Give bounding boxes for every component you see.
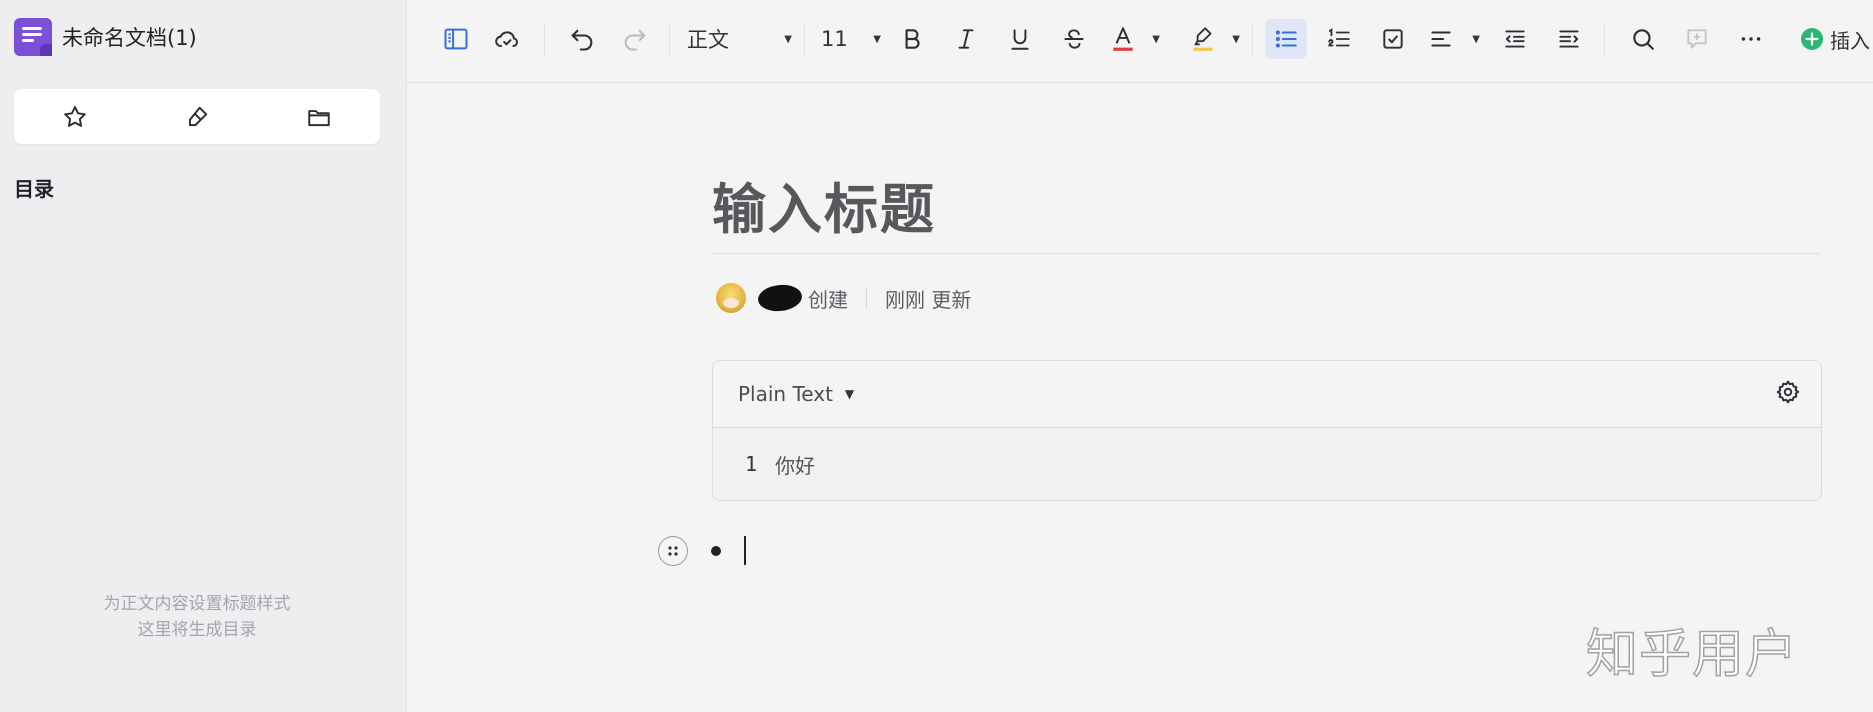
code-language-value: Plain Text bbox=[738, 382, 833, 406]
checkbox-icon bbox=[1383, 29, 1403, 49]
toc-hint-line: 这里将生成目录 bbox=[137, 620, 257, 640]
chevron-down-icon: ▼ bbox=[873, 33, 881, 45]
toc-hint-line: 为正文内容设置标题样式 bbox=[103, 594, 291, 614]
insert-label: 插入 bbox=[1830, 28, 1870, 53]
italic-button[interactable] bbox=[947, 20, 985, 58]
align-left-icon bbox=[1431, 31, 1451, 47]
watermark: 知乎用户 bbox=[1585, 624, 1799, 686]
toc-empty-hint: 为正文内容设置标题样式 这里将生成目录 bbox=[0, 591, 394, 643]
toc-title: 目录 bbox=[14, 177, 54, 201]
italic-icon bbox=[958, 29, 974, 49]
outdent-icon bbox=[1505, 30, 1525, 48]
strikethrough-icon bbox=[1064, 29, 1084, 49]
more-horizontal-icon bbox=[1741, 37, 1761, 41]
meta-divider bbox=[866, 287, 867, 309]
paragraph-style-select[interactable]: 正文 ▼ bbox=[687, 20, 792, 58]
numbered-list-button[interactable] bbox=[1320, 20, 1358, 58]
doc-header: 未命名文档(1) bbox=[14, 18, 197, 56]
quick-action-bar bbox=[14, 89, 380, 144]
underline-icon bbox=[1011, 29, 1029, 50]
line-number: 1 bbox=[744, 452, 757, 476]
chevron-down-icon: ▼ bbox=[844, 387, 855, 401]
undo-icon bbox=[571, 29, 593, 51]
gear-icon bbox=[1776, 380, 1800, 404]
toggle-sidebar-button[interactable] bbox=[437, 20, 475, 58]
bullet-list-icon bbox=[1275, 30, 1297, 48]
search-icon bbox=[1633, 29, 1654, 50]
cloud-check-icon bbox=[495, 31, 518, 47]
doc-logo-icon bbox=[14, 18, 52, 56]
redo-button[interactable] bbox=[616, 20, 654, 58]
redo-icon bbox=[624, 29, 646, 51]
chevron-down-icon: ▼ bbox=[784, 33, 792, 45]
indent-icon bbox=[1559, 30, 1579, 48]
folder-icon bbox=[308, 109, 330, 126]
title-divider bbox=[712, 253, 1820, 254]
highlight-color-button[interactable]: ▼ bbox=[1190, 20, 1240, 58]
editor-toolbar: 正文 ▼ 11 ▼ ▼ ▼ ▼ 插入 bbox=[407, 0, 1873, 83]
font-size-value: 11 bbox=[821, 27, 848, 51]
drag-dots-icon bbox=[668, 546, 678, 556]
updated-label: 刚刚 更新 bbox=[885, 287, 972, 312]
sidebar: 未命名文档(1) 目录 为正文内容设置标题样式 这里将生成目录 bbox=[0, 0, 407, 712]
code-line-text: 你好 bbox=[775, 453, 815, 478]
chevron-down-icon: ▼ bbox=[1152, 33, 1160, 45]
code-line[interactable]: 1 你好 bbox=[713, 428, 1821, 500]
indent-button[interactable] bbox=[1550, 20, 1588, 58]
task-list-button[interactable] bbox=[1374, 20, 1412, 58]
sidebar-toggle-icon bbox=[444, 28, 468, 50]
strikethrough-button[interactable] bbox=[1055, 20, 1093, 58]
comment-add-icon bbox=[1687, 29, 1707, 49]
code-settings-button[interactable] bbox=[1775, 379, 1801, 409]
edit-button[interactable] bbox=[177, 97, 217, 137]
document-meta: 创建 刚刚 更新 bbox=[716, 282, 972, 314]
block-drag-handle[interactable] bbox=[658, 536, 688, 566]
star-icon bbox=[64, 105, 86, 127]
favorite-button[interactable] bbox=[55, 97, 95, 137]
sync-status-button[interactable] bbox=[488, 20, 526, 58]
document-title-input[interactable]: 输入标题 bbox=[712, 165, 936, 244]
bold-button[interactable] bbox=[893, 20, 931, 58]
avatar[interactable] bbox=[716, 283, 746, 313]
search-button[interactable] bbox=[1624, 20, 1662, 58]
numbered-list-icon bbox=[1328, 28, 1350, 47]
outdent-button[interactable] bbox=[1496, 20, 1534, 58]
text-color-icon bbox=[1113, 27, 1133, 51]
chevron-down-icon: ▼ bbox=[1232, 33, 1240, 45]
align-button[interactable]: ▼ bbox=[1428, 20, 1480, 58]
folder-button[interactable] bbox=[299, 97, 339, 137]
undo-button[interactable] bbox=[563, 20, 601, 58]
code-language-select[interactable]: Plain Text ▼ bbox=[738, 382, 854, 406]
bullet-list-button[interactable] bbox=[1265, 19, 1307, 59]
underline-button[interactable] bbox=[1001, 20, 1039, 58]
text-cursor[interactable] bbox=[744, 536, 746, 565]
more-button[interactable] bbox=[1732, 20, 1770, 58]
chevron-down-icon: ▼ bbox=[1472, 33, 1480, 45]
author-name-redacted bbox=[756, 282, 804, 314]
insert-button[interactable]: 插入 bbox=[1800, 20, 1873, 58]
text-color-button[interactable]: ▼ bbox=[1110, 20, 1160, 58]
highlighter-icon bbox=[1193, 27, 1213, 51]
created-label: 创建 bbox=[808, 287, 848, 312]
code-block[interactable]: Plain Text ▼ 1 你好 bbox=[712, 360, 1822, 501]
code-block-header: Plain Text ▼ bbox=[713, 361, 1821, 428]
plus-circle-icon bbox=[1801, 28, 1823, 50]
paragraph-style-value: 正文 bbox=[687, 28, 729, 52]
doc-title[interactable]: 未命名文档(1) bbox=[62, 22, 197, 52]
list-bullet bbox=[711, 546, 721, 556]
eraser-icon bbox=[188, 106, 208, 126]
add-comment-button[interactable] bbox=[1678, 20, 1716, 58]
bold-icon bbox=[905, 29, 920, 49]
font-size-select[interactable]: 11 ▼ bbox=[821, 20, 881, 58]
